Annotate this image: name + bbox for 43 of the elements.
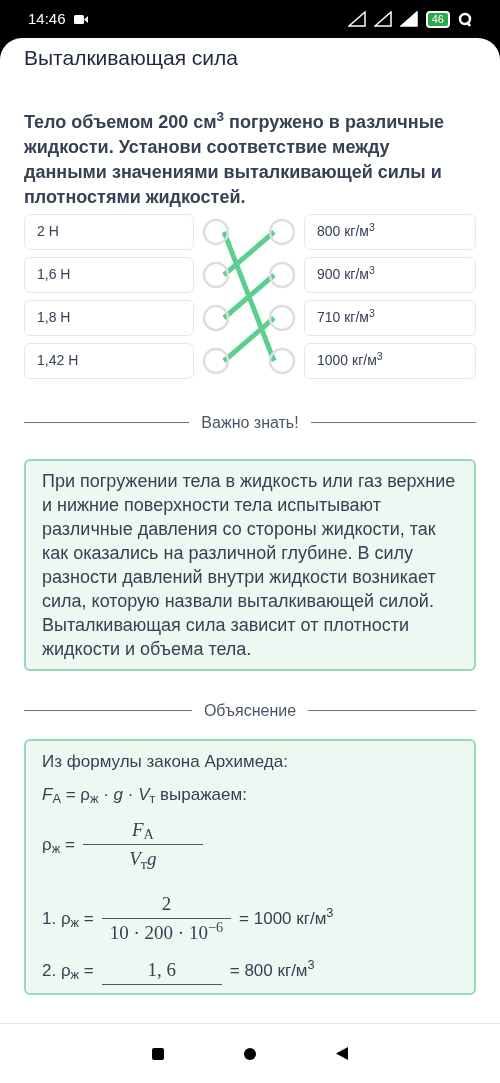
answer-option[interactable]: 1000 кг/м$^{3}$ (304, 342, 476, 379)
connector-dot[interactable] (202, 261, 230, 288)
fraction-numerator: 2 (160, 891, 173, 916)
home-button[interactable] (244, 1047, 256, 1060)
connector-dot[interactable] (268, 347, 296, 374)
question-text: Тело объемом 200 см$^{3}$ погружено в различные жидкости. Установи соответствие между данными значениями выталкивающей силы и плотностями жидкостей. (24, 109, 446, 209)
answer-option[interactable]: 1,42 Н (24, 342, 194, 379)
formula-result: = 1000 кг/м$^{3}$ (239, 905, 334, 930)
back-button[interactable] (336, 1047, 348, 1060)
formula: F$_{А}$ = ρ$_{ж}$ · g · V$_{т}$ выражаем: (42, 785, 247, 804)
fraction-numerator: F$_{A}$ (130, 817, 155, 844)
search-icon (458, 11, 472, 27)
connector-dot[interactable] (202, 347, 230, 374)
info-text: При погружении тела в жидкость или газ верхние и нижние поверхности тела испытывают различные давления со стороны жидкости, так как оказались на различной глубине. В силу разности давлений внутри жидкости возникает сила, которую назвали выталкивающей силой. Выталкивающая сила зависит от плотности жидкости и объема тела. (42, 469, 457, 661)
fraction-denominator: V$_{т}$g (128, 847, 158, 874)
fraction-numerator: 1, 6 (146, 957, 177, 982)
signal-icon (373, 11, 392, 27)
connector-dot[interactable] (202, 304, 230, 331)
formula-result: = 800 кг/м$^{3}$ (229, 957, 315, 982)
connector-dot[interactable] (268, 261, 296, 288)
formula-label: 2. ρ$_{ж}$ = (42, 959, 94, 983)
explanation-text: Из формулы закона Архимеда: (42, 750, 289, 773)
answer-option[interactable]: 2 Н (24, 213, 194, 250)
section-heading: Объяснение (203, 700, 297, 721)
formula-label: 1. ρ$_{ж}$ = (42, 907, 94, 932)
page-title: Выталкивающая сила (23, 45, 239, 71)
connector-dot[interactable] (268, 218, 296, 245)
clock: 14:46 (28, 8, 66, 29)
signal-icon (399, 11, 418, 27)
fraction-denominator: 10 · 200 · 10$^{−6}$ (108, 919, 225, 945)
answer-option[interactable]: 710 кг/м$^{3}$ (304, 299, 476, 336)
answer-option[interactable]: 800 кг/м$^{3}$ (304, 213, 476, 250)
formula-label: ρ$_{ж}$ = (42, 833, 75, 858)
answer-option[interactable]: 1,6 Н (24, 256, 194, 293)
answer-option[interactable]: 1,8 Н (24, 299, 194, 336)
section-heading: Важно знать! (201, 412, 299, 433)
connector-dot[interactable] (202, 218, 230, 245)
video-icon (73, 14, 88, 24)
connector-dot[interactable] (268, 304, 296, 331)
signal-icon (347, 11, 366, 27)
answer-option[interactable]: 900 кг/м$^{3}$ (304, 256, 476, 293)
battery-icon: 46 (425, 10, 450, 28)
recents-button[interactable] (152, 1047, 164, 1060)
